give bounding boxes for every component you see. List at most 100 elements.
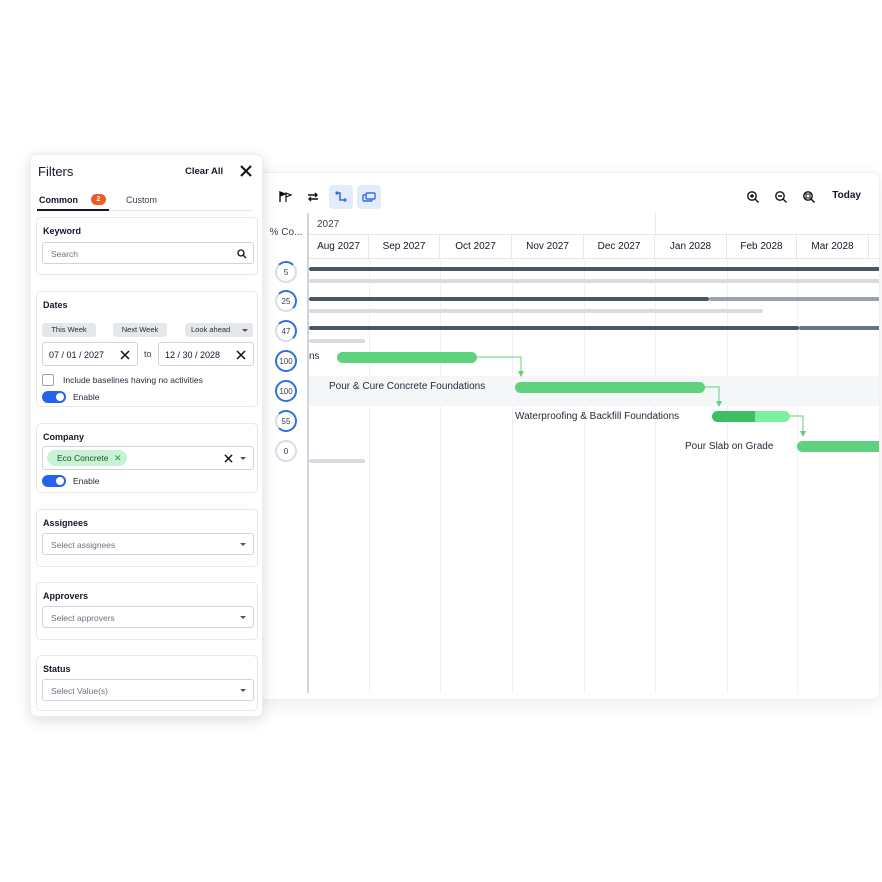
percent-complete-header[interactable]: % Co... [263,227,309,238]
remove-tag-icon[interactable]: ✕ [114,450,122,466]
year-label: 2027 [317,219,340,230]
clear-end-date-icon[interactable] [236,350,246,360]
summary-bar[interactable] [309,267,879,271]
this-week-button[interactable]: This Week [42,323,96,337]
month-dec-2027: Dec 2027 [584,235,655,259]
include-baselines-checkbox[interactable] [42,374,54,386]
task-bar[interactable] [797,441,879,452]
approvers-select[interactable]: Select approvers [42,606,254,628]
chevron-down-icon [242,329,248,332]
approvers-label: Approvers [43,591,89,601]
year-header: 2027 [309,213,879,235]
baseline-bar [309,309,763,313]
task-label: Waterproofing & Backfill Foundations [515,411,680,422]
search-input[interactable]: Search [42,242,254,264]
active-tab-underline [37,209,109,211]
clear-start-date-icon[interactable] [120,350,130,360]
company-label: Company [43,432,85,442]
company-section: Company Eco Concrete ✕ Enable [36,423,258,493]
baseline-bar [309,339,365,343]
grid-line [440,259,441,693]
baseline-bar [309,279,879,283]
today-button[interactable]: Today [832,190,861,201]
task-label: Pour & Cure Concrete Foundations [329,381,486,392]
percent-indicator: 25 [275,290,297,312]
look-ahead-dropdown[interactable]: Look ahead [185,323,253,337]
keyword-section: Keyword Search [36,217,258,275]
dates-enable-toggle[interactable] [42,391,66,403]
grid-line [512,259,513,693]
approvers-section: Approvers Select approvers [36,582,258,640]
assignees-placeholder: Select assignees [51,540,116,550]
assignees-label: Assignees [43,518,89,528]
month-header: Aug 2027 Sep 2027 Oct 2027 Nov 2027 Dec … [309,235,879,259]
percent-indicator: 100 [275,350,297,372]
filters-title: Filters [38,164,74,179]
year-divider [655,213,656,235]
chevron-down-icon [240,616,246,619]
start-date-field[interactable]: 07 / 01 / 2027 [42,342,138,366]
status-select[interactable]: Select Value(s) [42,679,254,701]
task-bar-progress [712,411,755,422]
filter-count-badge: 2 [91,194,106,205]
assignees-select[interactable]: Select assignees [42,533,254,555]
tab-common[interactable]: Common [39,195,78,205]
task-label: ns [309,351,320,362]
grid-line [584,259,585,693]
month-mar-2028: Mar 2028 [797,235,869,259]
chevron-down-icon [240,543,246,546]
summary-bar-remaining [799,326,879,330]
tab-custom[interactable]: Custom [126,195,157,205]
dependency-arrows [477,356,806,437]
look-ahead-label: Look ahead [191,325,231,334]
include-baselines-label: Include baselines having no activities [63,375,203,385]
percent-indicator: 0 [275,440,297,462]
end-date-value: 12 / 30 / 2028 [165,350,221,360]
company-enable-label: Enable [73,476,100,486]
status-section: Status Select Value(s) [36,655,258,711]
task-bar[interactable] [337,352,477,363]
month-oct-2027: Oct 2027 [440,235,512,259]
end-date-field[interactable]: 12 / 30 / 2028 [158,342,254,366]
approvers-placeholder: Select approvers [51,613,115,623]
dates-section: Dates This Week Next Week Look ahead 07 … [36,291,258,407]
flags-icon[interactable] [273,185,297,209]
zoom-out-icon[interactable] [769,185,793,209]
layers-icon[interactable] [357,185,381,209]
summary-bar-remaining [709,297,879,301]
next-week-button[interactable]: Next Week [113,323,167,337]
dependency-link-icon[interactable] [329,185,353,209]
assignees-section: Assignees Select assignees [36,509,258,567]
gantt-toolbar: Today [255,173,879,215]
company-tag[interactable]: Eco Concrete ✕ [47,450,127,466]
month-sep-2027: Sep 2027 [369,235,440,259]
zoom-fit-icon[interactable] [797,185,821,209]
month-jan-2028: Jan 2028 [655,235,727,259]
grid-line [655,259,656,693]
task-bar[interactable] [515,382,705,393]
company-tag-label: Eco Concrete [57,453,109,463]
search-placeholder: Search [51,249,78,259]
grid-line [727,259,728,693]
percent-indicator: 5 [275,261,297,283]
company-select[interactable]: Eco Concrete ✕ [42,446,254,470]
month-nov-2027: Nov 2027 [512,235,584,259]
clear-company-icon[interactable] [224,454,233,463]
summary-bar-progress[interactable] [309,326,799,330]
percent-indicator: 55 [275,410,297,432]
search-icon [237,249,247,259]
chevron-down-icon [240,457,246,460]
chevron-down-icon [240,689,246,692]
swap-icon[interactable] [301,185,325,209]
percent-indicator: 100 [275,380,297,402]
percent-complete-column: % Co... 5 25 47 100 100 55 0 [263,213,309,693]
filter-tabs: Common 2 Custom [37,193,253,211]
gantt-grid: % Co... 5 25 47 100 100 55 0 2027 Aug 20… [263,213,879,693]
close-icon[interactable] [237,162,255,180]
summary-bar-progress[interactable] [309,297,709,301]
company-enable-toggle[interactable] [42,475,66,487]
grid-line [797,259,798,693]
zoom-in-icon[interactable] [741,185,765,209]
clear-all-button[interactable]: Clear All [185,166,223,177]
month-feb-2028: Feb 2028 [727,235,797,259]
